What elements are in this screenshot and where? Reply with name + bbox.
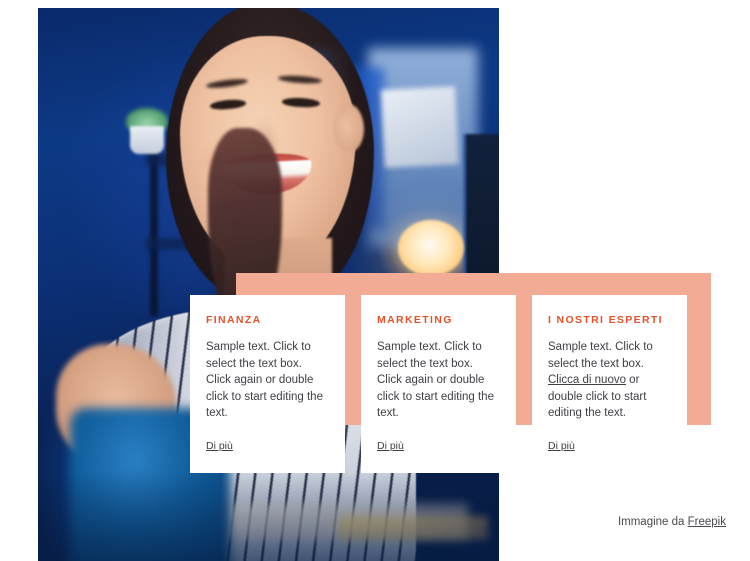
feature-cards: FINANZA Sample text. Click to select the… — [190, 295, 687, 473]
card-body: Sample text. Click to select the text bo… — [548, 339, 671, 422]
card-body-text: Sample text. Click to select the text bo… — [377, 341, 494, 419]
card-body: Sample text. Click to select the text bo… — [206, 339, 329, 422]
ear — [334, 104, 364, 152]
photo-bottom-gradient — [38, 471, 499, 561]
card-read-more-link[interactable]: Di più — [548, 439, 575, 453]
feature-card-marketing: MARKETING Sample text. Click to select t… — [361, 295, 516, 473]
paper-stack — [381, 86, 459, 168]
card-read-more-link[interactable]: Di più — [206, 439, 233, 453]
card-title: I NOSTRI ESPERTI — [548, 314, 663, 326]
card-body: Sample text. Click to select the text bo… — [377, 339, 500, 422]
card-read-more-link[interactable]: Di più — [377, 439, 404, 453]
card-body-text: Sample text. Click to select the text bo… — [206, 341, 323, 419]
feature-card-finanza: FINANZA Sample text. Click to select the… — [190, 295, 345, 473]
page-root: FINANZA Sample text. Click to select the… — [0, 0, 750, 561]
image-credit: Immagine da Freepik — [618, 516, 726, 528]
card-title: MARKETING — [377, 314, 453, 326]
freepik-link[interactable]: Freepik — [688, 516, 726, 528]
plant-pot — [130, 126, 164, 154]
card-title: FINANZA — [206, 314, 262, 326]
feature-card-i-nostri-esperti: I NOSTRI ESPERTI Sample text. Click to s… — [532, 295, 687, 473]
image-credit-prefix: Immagine da — [617, 516, 688, 528]
card-body-text-before: Sample text. Click to select the text bo… — [548, 341, 653, 370]
card-inline-link[interactable]: Clicca di nuovo — [548, 374, 626, 386]
desk-lamp — [398, 220, 464, 276]
